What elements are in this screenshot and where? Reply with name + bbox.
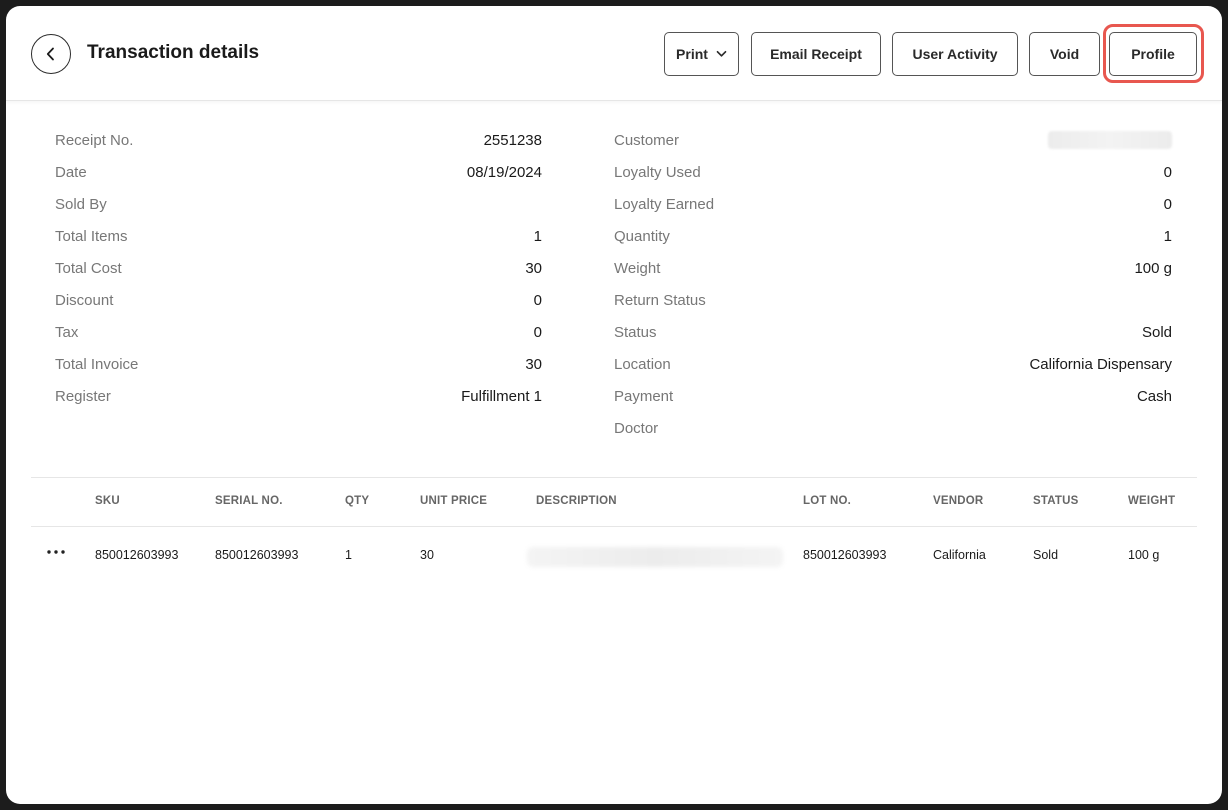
detail-value: 2551238 (483, 131, 542, 149)
page-header: Transaction details Print Email Receipt … (6, 6, 1222, 101)
detail-value: 100 g (1134, 259, 1172, 277)
detail-row-quantity: Quantity 1 (614, 220, 1172, 252)
row-actions-button[interactable] (45, 545, 67, 559)
print-button[interactable]: Print (664, 32, 739, 76)
detail-label: Weight (614, 259, 661, 277)
detail-row-discount: Discount 0 (55, 284, 542, 316)
detail-label: Receipt No. (55, 131, 134, 149)
cell-lot-no: 850012603993 (803, 548, 887, 562)
detail-label: Return Status (614, 291, 706, 309)
detail-row-register: Register Fulfillment 1 (55, 380, 542, 412)
table-row[interactable]: 850012603993 850012603993 1 30 850012603… (31, 527, 1197, 583)
detail-row-customer: Customer (614, 124, 1172, 156)
column-header-unit-price[interactable]: UNIT PRICE (420, 495, 487, 507)
customer-name-redacted (1048, 131, 1172, 149)
detail-value: 08/19/2024 (466, 163, 542, 181)
detail-label: Loyalty Earned (614, 195, 715, 213)
detail-label: Date (55, 163, 87, 181)
detail-row-total-invoice: Total Invoice 30 (55, 348, 542, 380)
detail-label: Doctor (614, 419, 659, 437)
cell-status: Sold (1033, 548, 1059, 562)
detail-value: 0 (533, 291, 542, 309)
detail-label: Total Items (55, 227, 128, 245)
detail-value: 0 (533, 323, 542, 341)
more-horizontal-icon (47, 550, 65, 554)
cell-weight: 100 g (1128, 548, 1160, 562)
cell-vendor: California (933, 548, 986, 562)
detail-row-doctor: Doctor (614, 412, 1172, 444)
cell-unit-price: 30 (420, 548, 434, 562)
detail-value: Sold (1141, 323, 1172, 341)
column-header-qty[interactable]: QTY (345, 495, 369, 507)
transaction-details-window: Transaction details Print Email Receipt … (6, 6, 1222, 804)
detail-label: Loyalty Used (614, 163, 701, 181)
column-header-status[interactable]: STATUS (1033, 495, 1079, 507)
detail-row-weight: Weight 100 g (614, 252, 1172, 284)
chevron-left-icon (46, 47, 54, 61)
detail-row-total-cost: Total Cost 30 (55, 252, 542, 284)
cell-qty: 1 (345, 548, 352, 562)
detail-value: 0 (1163, 195, 1172, 213)
back-button[interactable] (31, 34, 71, 74)
void-button[interactable]: Void (1029, 32, 1100, 76)
detail-value: Fulfillment 1 (461, 387, 542, 405)
column-header-sku[interactable]: SKU (95, 495, 120, 507)
detail-value: 0 (1163, 163, 1172, 181)
detail-row-sold-by: Sold By (55, 188, 542, 220)
detail-label: Register (55, 387, 111, 405)
detail-label: Discount (55, 291, 114, 309)
detail-value: California Dispensary (1029, 355, 1172, 373)
details-left-column: Receipt No. 2551238 Date 08/19/2024 Sold… (55, 124, 542, 412)
user-activity-button[interactable]: User Activity (892, 32, 1018, 76)
details-right-column: Customer Loyalty Used 0 Loyalty Earned 0… (614, 124, 1172, 444)
column-header-vendor[interactable]: VENDOR (933, 495, 983, 507)
cell-description-redacted (527, 547, 783, 567)
chevron-down-icon (716, 50, 727, 57)
detail-value: Cash (1136, 387, 1172, 405)
column-header-serial-no[interactable]: SERIAL NO. (215, 495, 283, 507)
detail-label: Sold By (55, 195, 107, 213)
page-title: Transaction details (87, 42, 260, 63)
detail-label: Total Cost (55, 259, 122, 277)
detail-label: Status (614, 323, 657, 341)
detail-value: 1 (1163, 227, 1172, 245)
profile-button[interactable]: Profile (1109, 32, 1197, 76)
detail-label: Total Invoice (55, 355, 139, 373)
detail-row-return-status: Return Status (614, 284, 1172, 316)
detail-label: Payment (614, 387, 674, 405)
email-receipt-button[interactable]: Email Receipt (751, 32, 881, 76)
cell-sku: 850012603993 (95, 548, 179, 562)
detail-value: 1 (533, 227, 542, 245)
detail-row-loyalty-used: Loyalty Used 0 (614, 156, 1172, 188)
cell-serial-no: 850012603993 (215, 548, 299, 562)
column-header-lot-no[interactable]: LOT NO. (803, 495, 851, 507)
detail-label: Customer (614, 131, 680, 149)
detail-label: Tax (55, 323, 79, 341)
items-table: SKU SERIAL NO. QTY UNIT PRICE DESCRIPTIO… (31, 477, 1197, 583)
table-header: SKU SERIAL NO. QTY UNIT PRICE DESCRIPTIO… (31, 477, 1197, 527)
detail-value: 30 (525, 259, 542, 277)
detail-value: 30 (525, 355, 542, 373)
detail-label: Quantity (614, 227, 670, 245)
column-header-description[interactable]: DESCRIPTION (536, 495, 617, 507)
detail-label: Location (614, 355, 671, 373)
detail-row-status: Status Sold (614, 316, 1172, 348)
detail-row-location: Location California Dispensary (614, 348, 1172, 380)
column-header-weight[interactable]: WEIGHT (1128, 495, 1175, 507)
detail-row-payment: Payment Cash (614, 380, 1172, 412)
detail-row-date: Date 08/19/2024 (55, 156, 542, 188)
detail-row-receipt-no: Receipt No. 2551238 (55, 124, 542, 156)
detail-row-tax: Tax 0 (55, 316, 542, 348)
detail-row-total-items: Total Items 1 (55, 220, 542, 252)
detail-row-loyalty-earned: Loyalty Earned 0 (614, 188, 1172, 220)
print-button-label: Print (676, 46, 708, 62)
